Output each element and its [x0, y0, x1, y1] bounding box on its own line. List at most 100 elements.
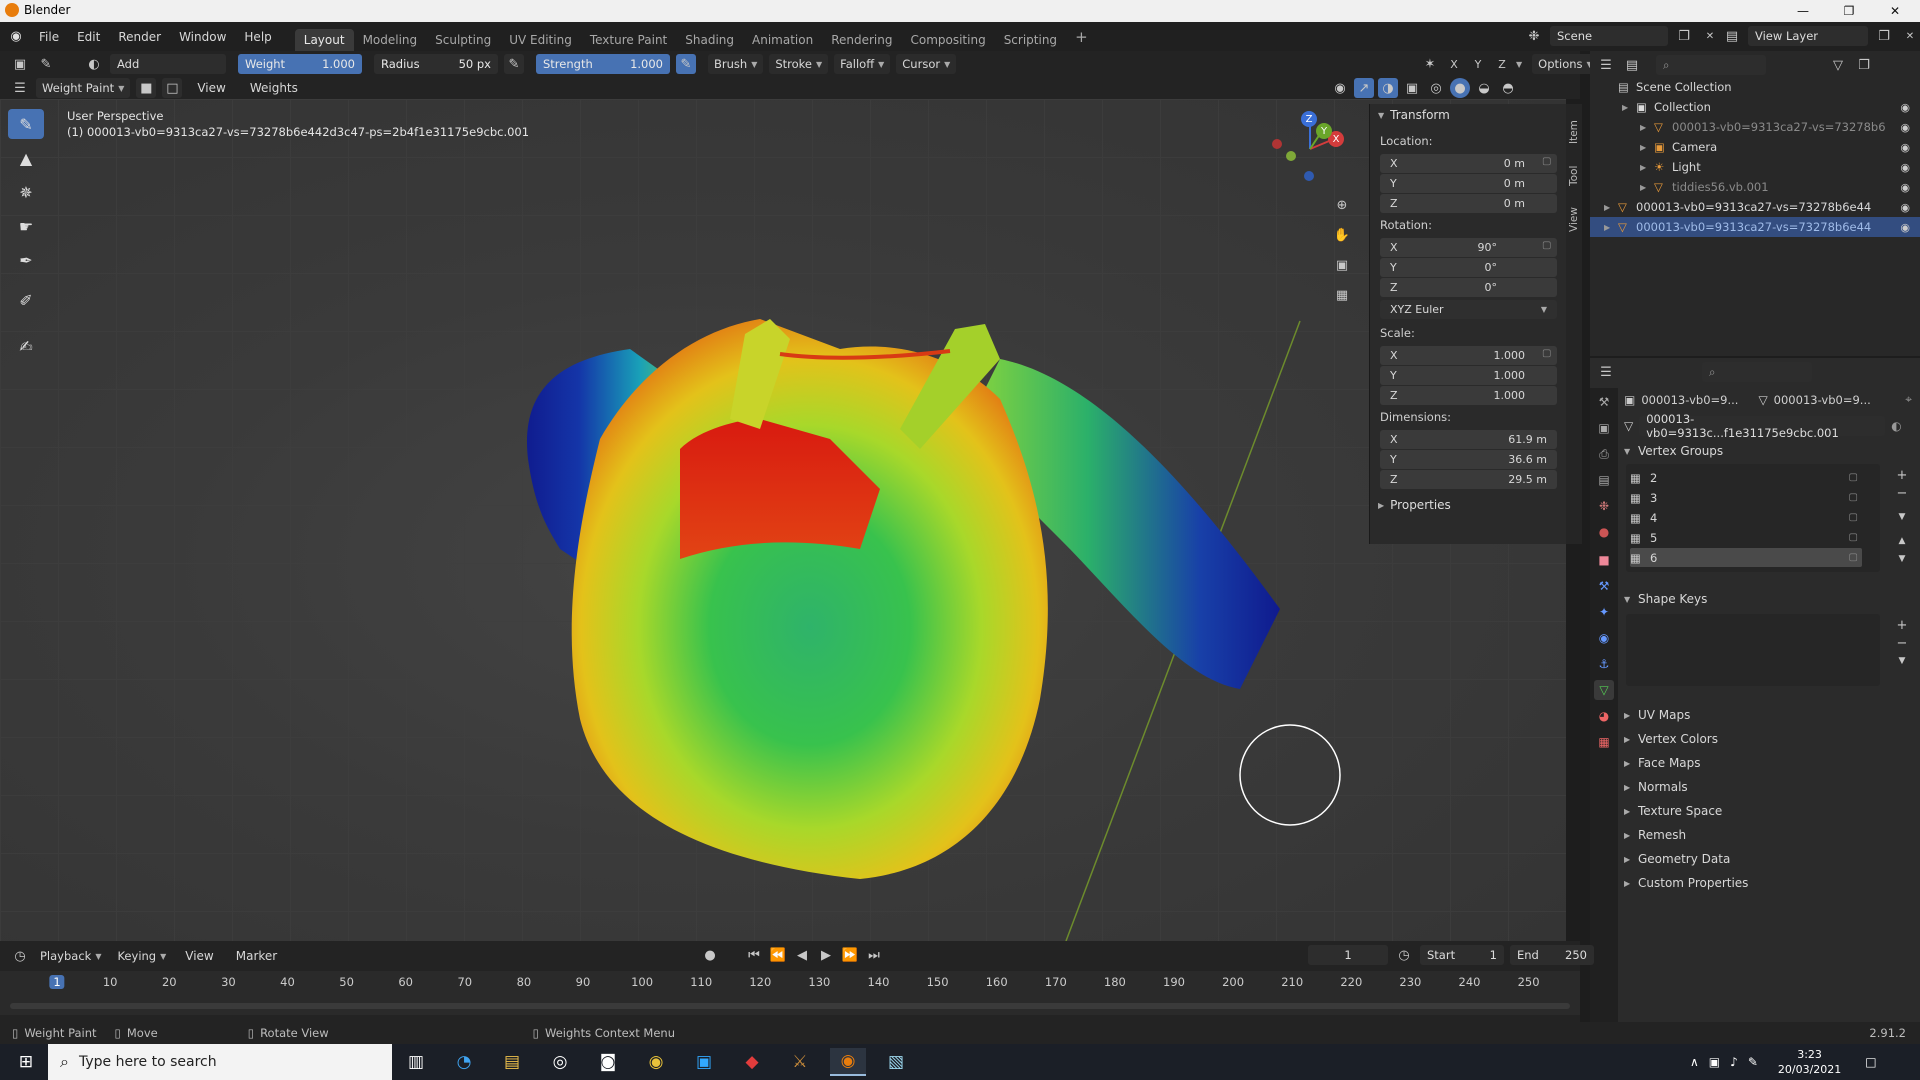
section-uv-maps[interactable]: ▶ UV Maps — [1624, 704, 1914, 726]
current-frame-marker[interactable]: 1 — [49, 975, 65, 989]
sample-weight-tool[interactable]: ✒ — [8, 245, 44, 275]
new-collection-icon[interactable]: ❐ — [1854, 55, 1874, 75]
mirror-y-toggle[interactable]: Y — [1468, 54, 1488, 74]
view-layer-tab-icon[interactable]: ▤ — [1594, 470, 1614, 490]
new-view-layer-icon[interactable]: ❐ — [1874, 26, 1894, 46]
draw-tool[interactable]: ✎ — [8, 109, 44, 139]
add-shape-key-icon[interactable]: + — [1894, 616, 1910, 634]
mask-vertex-icon[interactable]: □ — [162, 78, 183, 98]
tray-chevron-icon[interactable]: ∧ — [1690, 1055, 1699, 1069]
mirror-x-toggle[interactable]: X — [1444, 54, 1464, 74]
mesh-data-tab-icon[interactable]: ▽ — [1594, 680, 1614, 700]
solid-shading-icon[interactable]: ● — [1450, 78, 1470, 98]
gizmo-neg-x[interactable] — [1272, 139, 1282, 149]
tab-view[interactable]: View — [1566, 200, 1582, 240]
tab-uv-editing[interactable]: UV Editing — [500, 29, 581, 51]
maximize-button[interactable]: ❐ — [1826, 0, 1872, 22]
pin-icon[interactable]: ⌖ — [1905, 392, 1912, 407]
cursor-dropdown[interactable]: Cursor ▼ — [896, 54, 957, 74]
tool-tab-icon[interactable]: ⚒ — [1594, 392, 1614, 412]
red-app-icon[interactable]: ◆ — [734, 1048, 770, 1076]
section-custom-properties[interactable]: ▶ Custom Properties — [1624, 872, 1914, 894]
brush-dropdown[interactable]: Brush ▼ — [708, 54, 764, 74]
add-workspace-button[interactable]: + — [1066, 26, 1097, 48]
outliner-item[interactable]: ▶ ▽ 000013-vb0=9313ca27-vs=73278b6e44 ◉ — [1590, 217, 1920, 237]
timeline-editor-icon[interactable]: ◷ — [10, 946, 30, 966]
texture-tab-icon[interactable]: ▦ — [1594, 732, 1614, 752]
lock-icon[interactable]: ▢ — [1849, 552, 1858, 563]
menu-file[interactable]: File — [30, 26, 68, 48]
edge-icon[interactable]: ◔ — [446, 1048, 482, 1076]
vertex-group-menu-icon[interactable]: ▼ — [1894, 508, 1910, 526]
section-normals[interactable]: ▶ Normals — [1624, 776, 1914, 798]
output-tab-icon[interactable]: ⎙ — [1594, 444, 1614, 464]
game-app-icon[interactable]: ⚔ — [782, 1048, 818, 1076]
section-texture-space[interactable]: ▶ Texture Space — [1624, 800, 1914, 822]
vertex-group-item[interactable]: ▦ 3 ▢ — [1630, 488, 1862, 507]
rotation-mode-dropdown[interactable]: XYZ Euler ▼ — [1380, 300, 1557, 319]
tab-layout[interactable]: Layout — [294, 29, 354, 51]
section-remesh[interactable]: ▶ Remesh — [1624, 824, 1914, 846]
jump-start-icon[interactable]: ⏮ — [744, 945, 764, 965]
location-x-field[interactable]: X 0 m — [1380, 154, 1557, 173]
next-keyframe-icon[interactable]: ⏩ — [840, 945, 860, 965]
outliner-item[interactable]: ▶ ☀ Light ◉ — [1590, 157, 1920, 177]
gizmo-toggle-icon[interactable]: ↗ — [1354, 78, 1374, 98]
move-down-icon[interactable]: ▼ — [1894, 550, 1910, 568]
weight-slider[interactable]: Weight 1.000 — [238, 54, 362, 74]
radius-pressure-icon[interactable]: ✎ — [504, 54, 524, 74]
falloff-dropdown[interactable]: Falloff ▼ — [834, 54, 891, 74]
tab-tool[interactable]: Tool — [1566, 156, 1582, 196]
physics-tab-icon[interactable]: ◉ — [1594, 628, 1614, 648]
lock-icon[interactable]: ▢ — [1542, 348, 1551, 359]
3d-viewport[interactable]: User Perspective (1) 000013-vb0=9313ca27… — [0, 99, 1566, 941]
mask-face-icon[interactable]: ■ — [136, 78, 157, 98]
lock-icon[interactable]: ▢ — [1849, 512, 1858, 523]
strength-slider[interactable]: Strength 1.000 — [536, 54, 670, 74]
zoom-icon[interactable]: ⊕ — [1332, 195, 1352, 215]
menu-render[interactable]: Render — [109, 26, 170, 48]
timeline-view-menu[interactable]: View — [176, 945, 222, 967]
minimize-button[interactable]: — — [1780, 0, 1826, 22]
visibility-icon[interactable]: ◉ — [1330, 78, 1350, 98]
delete-view-layer-icon[interactable]: ✕ — [1900, 26, 1920, 46]
play-reverse-icon[interactable]: ◀ — [792, 945, 812, 965]
vertex-group-item[interactable]: ▦ 6 ▢ — [1630, 548, 1862, 567]
rotation-z-field[interactable]: Z 0° — [1380, 278, 1557, 297]
properties-editor-icon[interactable]: ☰ — [1596, 362, 1616, 382]
menu-help[interactable]: Help — [235, 26, 280, 48]
jump-end-icon[interactable]: ⏭ — [864, 945, 884, 965]
strength-pressure-icon[interactable]: ✎ — [676, 54, 696, 74]
prev-keyframe-icon[interactable]: ⏪ — [768, 945, 788, 965]
rotation-x-field[interactable]: X 90° — [1380, 238, 1557, 257]
scale-x-field[interactable]: X 1.000 — [1380, 346, 1557, 365]
gradient-tool[interactable]: ✐ — [8, 285, 44, 315]
brush-tool-icon[interactable]: ✎ — [36, 54, 56, 74]
taskbar-clock[interactable]: 3:23 20/03/2021 — [1778, 1047, 1841, 1077]
expand-icon[interactable]: ▶ — [1640, 123, 1654, 132]
mesh-data-icon[interactable]: ▽ — [1624, 419, 1633, 433]
scene-icon[interactable]: ❉ — [1524, 26, 1544, 46]
visibility-eye-icon[interactable]: ◉ — [1900, 181, 1910, 194]
transform-header[interactable]: ▼ Transform — [1378, 108, 1450, 122]
menu-window[interactable]: Window — [170, 26, 235, 48]
menu-edit[interactable]: Edit — [68, 26, 109, 48]
outliner-item[interactable]: ▶ ▽ 000013-vb0=9313ca27-vs=73278b6 ◉ — [1590, 117, 1920, 137]
dimensions-z-field[interactable]: Z 29.5 m — [1380, 470, 1557, 489]
visibility-eye-icon[interactable]: ◉ — [1900, 101, 1910, 114]
record-icon[interactable]: ● — [700, 945, 720, 965]
notepad-icon[interactable]: ▧ — [878, 1048, 914, 1076]
visibility-eye-icon[interactable]: ◉ — [1900, 161, 1910, 174]
ortho-grid-icon[interactable]: ▦ — [1332, 285, 1352, 305]
remove-shape-key-icon[interactable]: − — [1894, 634, 1910, 652]
outliner-item[interactable]: ▶ ▽ 000013-vb0=9313ca27-vs=73278b6e44 ◉ — [1590, 197, 1920, 217]
overlay-toggle-icon[interactable]: ◑ — [1378, 78, 1398, 98]
expand-icon[interactable]: ▶ — [1640, 183, 1654, 192]
xray-toggle-icon[interactable]: ▣ — [1402, 78, 1422, 98]
wireframe-shading-icon[interactable]: ◎ — [1426, 78, 1446, 98]
shape-key-menu-icon[interactable]: ▼ — [1894, 652, 1910, 670]
timeline-scrollbar[interactable] — [10, 1003, 1570, 1009]
tab-shading[interactable]: Shading — [676, 29, 743, 51]
filter-icon[interactable]: ▽ — [1828, 55, 1848, 75]
visibility-eye-icon[interactable]: ◉ — [1900, 201, 1910, 214]
